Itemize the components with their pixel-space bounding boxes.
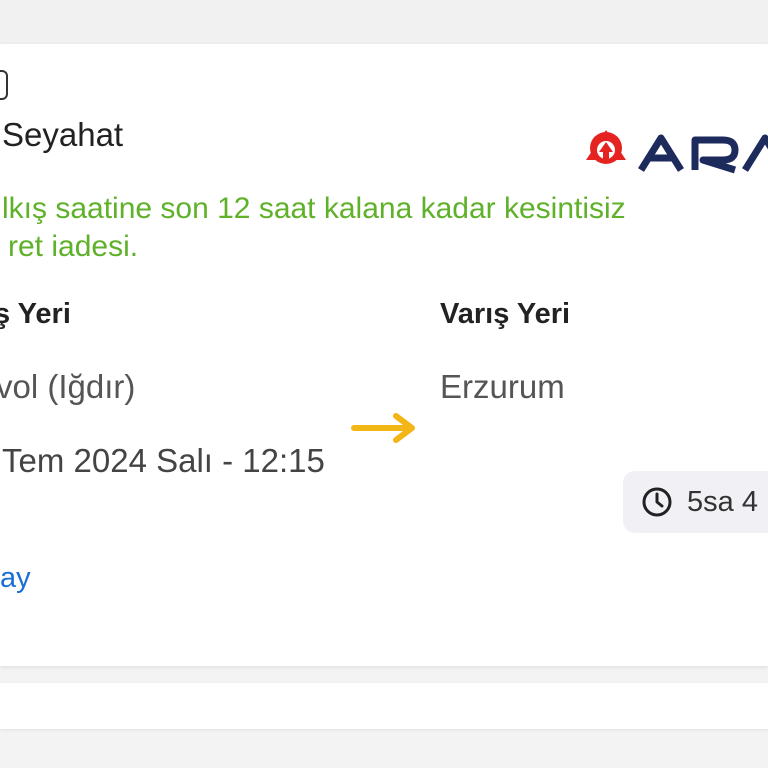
departure-city: vol (Iğdır) [0,368,136,405]
departure-datetime: Tem 2024 Salı - 12:15 [2,442,325,479]
duration-badge: 5sa 4 [623,471,768,533]
company-name: Seyahat [2,116,124,153]
clock-icon [642,487,672,517]
arrival-city: Erzurum [440,368,565,405]
details-link[interactable]: ay [0,562,31,595]
departure-label: ş Yeri [0,298,71,330]
logo-letters [638,134,768,174]
next-card[interactable] [0,683,768,729]
refund-policy-note: lkış saatine son 12 saat kalana kadar ke… [2,190,762,266]
partial-icon [0,70,8,100]
refund-line-1: lkış saatine son 12 saat kalana kadar ke… [2,192,626,225]
arrow-right-icon [351,413,415,443]
refund-line-2: ret iadesi. [8,230,139,263]
company-logo [586,130,768,174]
logo-mark-icon [586,130,626,164]
duration-text: 5sa 4 [687,485,758,518]
top-background [0,0,768,44]
arrival-label: Varış Yeri [440,298,571,330]
